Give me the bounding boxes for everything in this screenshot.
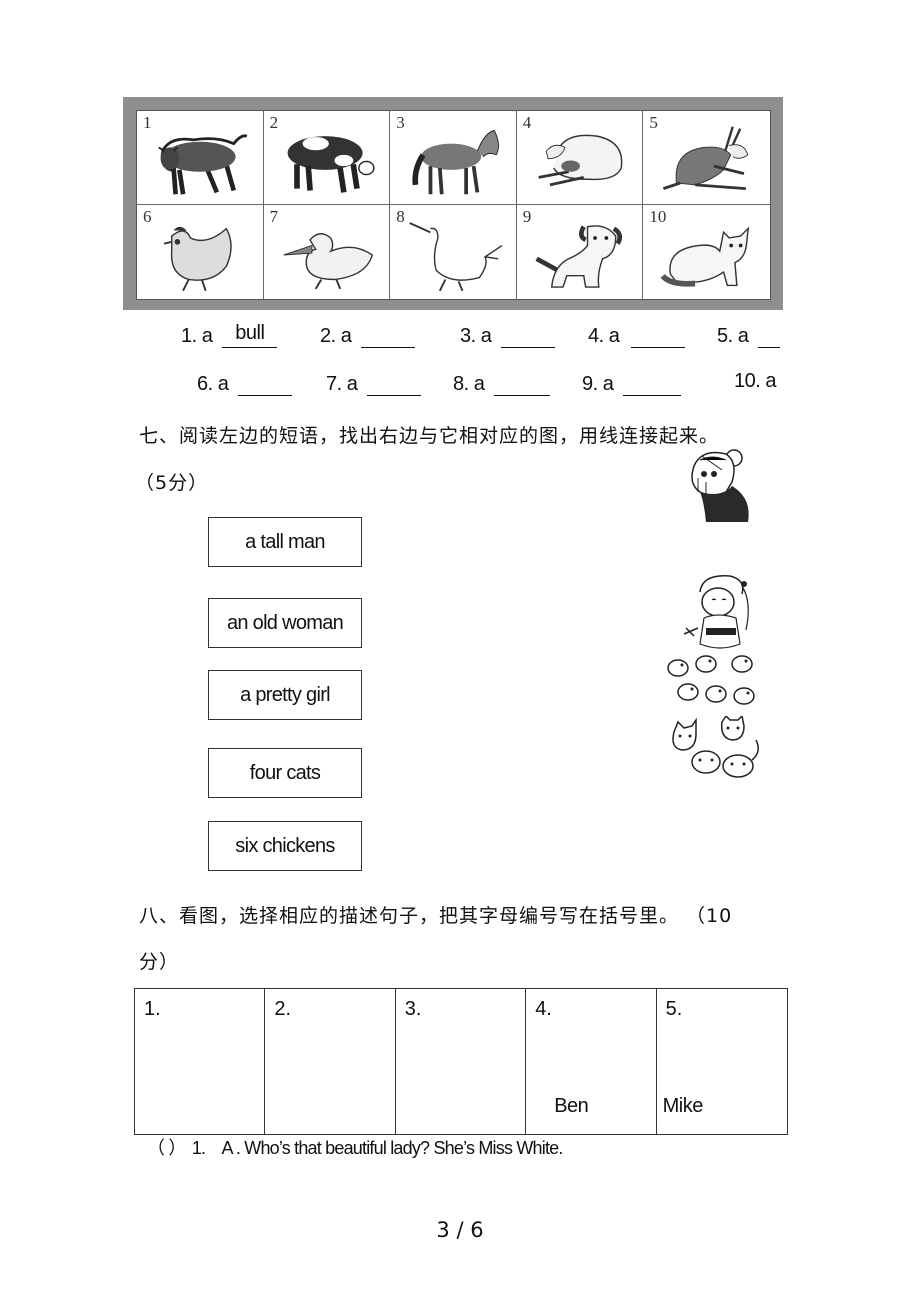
answer-label: 1. a bbox=[181, 325, 213, 347]
horse-icon bbox=[404, 123, 508, 198]
phrase-text: a pretty girl bbox=[240, 683, 331, 706]
picture-number: 4. bbox=[535, 998, 552, 1020]
picture-number: 3. bbox=[404, 998, 422, 1020]
animal-cell-9: 9 bbox=[517, 205, 644, 299]
answer-bracket[interactable]: （ ） bbox=[147, 1134, 186, 1160]
section-7-heading: 七、阅读左边的短语，找出右边与它相对应的图，用线连接起来。 bbox=[139, 425, 720, 447]
picture-cell-5: 5. Mike bbox=[657, 989, 787, 1134]
animal-cell-2: 2 bbox=[263, 111, 391, 205]
cat-icon bbox=[657, 217, 762, 293]
answer-label: 4. a bbox=[588, 325, 620, 347]
phrase-box-old-woman[interactable]: an old woman bbox=[208, 598, 362, 648]
chickens-icon[interactable] bbox=[662, 652, 762, 716]
answer-item-3: 3. a bbox=[460, 322, 556, 348]
picture-number: 2. bbox=[274, 998, 292, 1020]
section-8-heading: 八、看图，选择相应的描述句子，把其字母编号写在括号里。 （10 bbox=[139, 905, 733, 927]
picture-table: 1. 2. 3. 4. Ben 5. Mike bbox=[134, 988, 788, 1135]
cats-icon[interactable] bbox=[664, 714, 764, 786]
animal-cell-5: 5 bbox=[643, 111, 770, 205]
phrase-text: an old woman bbox=[226, 611, 344, 634]
section-7-score: （5分） bbox=[135, 472, 209, 494]
page-number: 3 / 6 bbox=[436, 1218, 484, 1242]
answer-row-2: 6. a 7. a 8. a 9. a 10. a bbox=[0, 370, 920, 400]
animal-cell-1: 1 bbox=[137, 111, 264, 205]
phrase-box-tall-man[interactable]: a tall man bbox=[208, 517, 362, 567]
phrase-text: a tall man bbox=[245, 530, 325, 553]
answer-item-9: 9. a bbox=[582, 370, 682, 396]
dog-icon bbox=[531, 217, 635, 293]
goose-icon bbox=[404, 217, 508, 293]
answer-item-10: 10. a bbox=[734, 370, 776, 393]
answer-label: 7. a bbox=[326, 373, 358, 395]
phrase-text: six chickens bbox=[235, 834, 335, 857]
goat-icon bbox=[657, 123, 762, 198]
answer-item-5: 5. a bbox=[717, 322, 781, 348]
answer-item-2: 2. a bbox=[320, 322, 416, 348]
sheep-icon bbox=[531, 123, 635, 198]
animal-picture-panel: 1 2 3 4 5 6 7 8 9 10 bbox=[123, 97, 783, 310]
cow-icon bbox=[278, 123, 382, 198]
answer-blank[interactable] bbox=[238, 370, 293, 396]
answer-blank[interactable] bbox=[494, 370, 551, 396]
animal-cell-10: 10 bbox=[643, 205, 770, 299]
answer-label: 6. a bbox=[197, 373, 229, 395]
picture-number: 5. bbox=[665, 998, 683, 1020]
bull-icon bbox=[151, 123, 255, 198]
duck-icon bbox=[278, 217, 382, 293]
answer-blank[interactable] bbox=[758, 322, 781, 348]
animal-cell-4: 4 bbox=[516, 111, 644, 205]
answer-blank[interactable] bbox=[501, 322, 556, 348]
answer-blank[interactable] bbox=[361, 322, 416, 348]
picture-name: Mike bbox=[662, 1095, 704, 1117]
hen-icon bbox=[151, 217, 255, 293]
animal-cell-7: 7 bbox=[264, 205, 391, 299]
answer-label: 5. a bbox=[717, 325, 749, 347]
phrase-box-pretty-girl[interactable]: a pretty girl bbox=[208, 670, 362, 720]
old-woman-icon[interactable] bbox=[682, 446, 752, 526]
picture-number: 1. bbox=[144, 998, 161, 1020]
picture-cell-1: 1. bbox=[135, 989, 266, 1134]
answer-item-1: 1. a bull bbox=[181, 322, 278, 348]
animal-cell-8: 8 bbox=[390, 205, 517, 299]
answer-item-4: 4. a bbox=[588, 322, 686, 348]
girl-icon[interactable] bbox=[680, 572, 760, 654]
answer-blank[interactable]: bull bbox=[222, 322, 278, 348]
answer-row-1: 1. a bull 2. a 3. a 4. a 5. a bbox=[0, 322, 920, 352]
section-8-score: 分） bbox=[139, 951, 180, 973]
question-option-a: A . Who’s that beautiful lady? She’s Mis… bbox=[221, 1138, 563, 1158]
question-number: 1. bbox=[191, 1138, 206, 1158]
phrase-text: four cats bbox=[249, 761, 321, 784]
answer-item-7: 7. a bbox=[326, 370, 422, 396]
picture-cell-2: 2. bbox=[265, 989, 396, 1134]
phrase-box-four-cats[interactable]: four cats bbox=[208, 748, 362, 798]
animal-cell-6: 6 bbox=[137, 205, 264, 299]
answer-label: 9. a bbox=[582, 373, 614, 395]
answer-blank[interactable] bbox=[623, 370, 682, 396]
animal-grid: 1 2 3 4 5 6 7 8 9 10 bbox=[136, 110, 771, 300]
answer-label: 3. a bbox=[460, 325, 492, 347]
answer-item-8: 8. a bbox=[453, 370, 551, 396]
picture-cell-3: 3. bbox=[396, 989, 527, 1134]
answer-label: 10. a bbox=[734, 370, 776, 392]
answer-item-6: 6. a bbox=[197, 370, 293, 396]
answer-blank[interactable] bbox=[631, 322, 686, 348]
question-1: （ ） 1. A . Who’s that beautiful lady? Sh… bbox=[147, 1134, 563, 1160]
picture-cell-4: 4. Ben bbox=[526, 989, 657, 1134]
animal-cell-3: 3 bbox=[390, 111, 517, 205]
phrase-box-six-chickens[interactable]: six chickens bbox=[208, 821, 362, 871]
answer-blank[interactable] bbox=[367, 370, 422, 396]
answer-label: 2. a bbox=[320, 325, 352, 347]
picture-name: Ben bbox=[554, 1095, 589, 1117]
answer-label: 8. a bbox=[453, 373, 485, 395]
